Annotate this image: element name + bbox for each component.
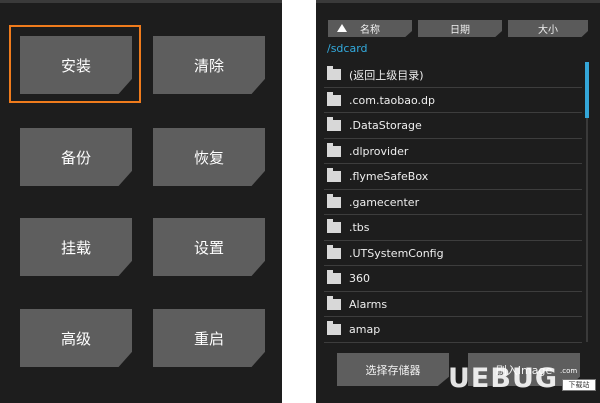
fold-corner — [119, 352, 132, 367]
file-list-item[interactable]: .DataStorage — [316, 113, 582, 138]
file-name: .UTSystemConfig — [349, 246, 444, 260]
file-name: .DataStorage — [349, 119, 422, 132]
reboot-label: 重启 — [193, 329, 224, 348]
fold-corner — [252, 171, 265, 186]
watermark-badge: 下载站 — [562, 379, 596, 391]
watermark-domain: .com — [560, 367, 578, 375]
row-divider — [324, 341, 582, 343]
sort-ascending-icon — [337, 24, 347, 32]
mount-button[interactable]: 挂载 — [20, 218, 132, 276]
sort-name-label: 名称 — [360, 25, 380, 36]
restore-label: 恢复 — [193, 148, 224, 167]
folder-icon — [327, 244, 341, 259]
current-path: /sdcard — [327, 42, 368, 55]
file-name: 360 — [349, 272, 370, 285]
folder-icon — [327, 321, 341, 335]
restore-button[interactable]: 恢复 — [153, 128, 265, 186]
fold-corner — [252, 352, 265, 367]
sort-by-date-button[interactable]: 日期 — [418, 20, 502, 37]
file-browser: 名称 日期 大小 /sdcard (返回上级目录) .com.taobao.dp.… — [316, 0, 600, 403]
twrp-main-menu: 安装 清除 备份 恢复 挂载 设置 高级 重启 — [0, 0, 282, 403]
file-list-item[interactable]: .gamecenter — [316, 190, 582, 215]
folder-icon — [327, 219, 341, 233]
settings-button[interactable]: 设置 — [153, 218, 265, 276]
file-name: amap — [349, 323, 381, 336]
file-list-item[interactable]: .dlprovider — [316, 139, 582, 164]
scrollbar-thumb[interactable] — [585, 62, 589, 118]
file-name: (返回上级目录) — [349, 68, 424, 82]
file-list-item[interactable]: amap — [316, 317, 582, 342]
fold-corner — [252, 261, 265, 276]
file-name: .dlprovider — [349, 144, 409, 158]
folder-icon — [327, 193, 341, 208]
watermark-logo: UEBUG .com 下载站 — [448, 363, 598, 401]
backup-label: 备份 — [60, 148, 91, 167]
file-name: Alarms — [349, 297, 388, 311]
install-button[interactable]: 安装 — [20, 36, 132, 94]
file-list-item[interactable]: 360 — [316, 266, 582, 291]
fold-corner — [252, 79, 265, 94]
folder-icon — [327, 168, 341, 182]
sort-size-label: 大小 — [538, 25, 558, 36]
fold-corner — [119, 261, 132, 276]
sort-by-name-button[interactable]: 名称 — [328, 20, 412, 37]
sort-date-label: 日期 — [450, 25, 470, 36]
file-name: .flymeSafeBox — [349, 170, 429, 183]
file-name: .com.taobao.dp — [349, 93, 435, 107]
advanced-label: 高级 — [60, 329, 91, 348]
fold-corner — [119, 171, 132, 186]
top-strip — [316, 0, 600, 3]
mount-label: 挂载 — [60, 238, 91, 257]
folder-icon — [327, 117, 341, 131]
file-list-item[interactable]: Alarms — [316, 292, 582, 317]
file-name: .gamecenter — [349, 195, 420, 209]
top-strip — [0, 0, 282, 3]
file-list-item[interactable]: (返回上级目录) — [316, 62, 582, 87]
file-list-item[interactable]: .flymeSafeBox — [316, 164, 582, 189]
advanced-button[interactable]: 高级 — [20, 309, 132, 367]
sort-by-size-button[interactable]: 大小 — [508, 20, 588, 37]
settings-label: 设置 — [193, 238, 224, 257]
install-label: 安装 — [60, 56, 91, 75]
wipe-button[interactable]: 清除 — [153, 36, 265, 94]
file-list-item[interactable]: .tbs — [316, 215, 582, 240]
folder-icon — [327, 66, 341, 80]
backup-button[interactable]: 备份 — [20, 128, 132, 186]
folder-icon — [327, 91, 341, 106]
select-storage-button[interactable]: 选择存储器 — [337, 353, 449, 386]
folder-icon — [327, 142, 341, 157]
wipe-label: 清除 — [193, 56, 224, 75]
file-list-item[interactable]: .UTSystemConfig — [316, 241, 582, 266]
select-storage-label: 选择存储器 — [365, 363, 421, 377]
watermark-text: UEBUG — [448, 363, 559, 394]
reboot-button[interactable]: 重启 — [153, 309, 265, 367]
folder-icon — [327, 270, 341, 284]
file-list-item[interactable]: .com.taobao.dp — [316, 88, 582, 113]
file-name: .tbs — [349, 221, 370, 234]
folder-icon — [327, 295, 341, 310]
